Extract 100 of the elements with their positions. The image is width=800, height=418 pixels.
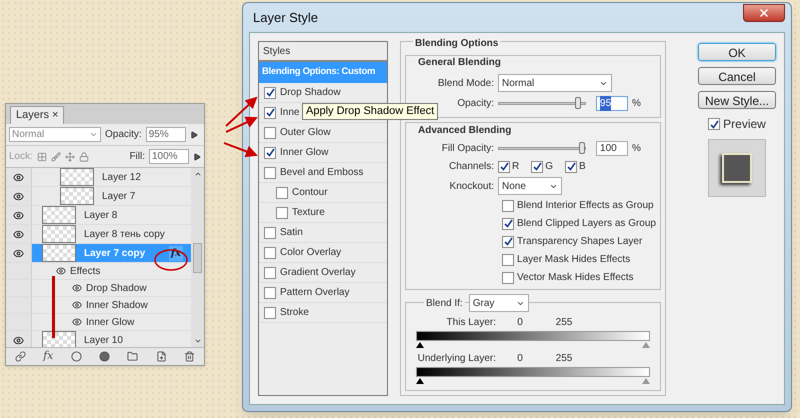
- channel-label: R: [512, 160, 520, 174]
- layer-thumbnail: [42, 331, 76, 347]
- checkbox[interactable]: [264, 286, 276, 298]
- slider-thumb[interactable]: [574, 97, 581, 109]
- fill-opacity-label: Fill Opacity:: [440, 142, 494, 156]
- eye-icon[interactable]: [56, 266, 66, 276]
- checkbox[interactable]: [498, 160, 510, 172]
- eye-icon[interactable]: [72, 283, 82, 293]
- checkbox[interactable]: [531, 160, 544, 172]
- style-item[interactable]: Bevel and Emboss: [259, 163, 388, 183]
- blend-mode-dropdown[interactable]: Normal: [9, 127, 101, 142]
- link-icon[interactable]: [14, 351, 26, 362]
- scroll-up-icon[interactable]: [194, 170, 202, 178]
- layer-row[interactable]: Layer 12: [32, 168, 191, 186]
- eye-icon[interactable]: [13, 228, 24, 240]
- option-label: Vector Mask Hides Effects: [517, 271, 634, 285]
- lock-label: Lock:: [9, 150, 33, 164]
- checkbox[interactable]: [502, 272, 514, 284]
- style-item[interactable]: Inner Glow: [259, 143, 388, 163]
- close-button[interactable]: [743, 4, 785, 22]
- layer-row[interactable]: Layer 10: [32, 331, 191, 347]
- knockout-label: Knockout:: [448, 180, 494, 194]
- checkbox[interactable]: [708, 118, 720, 130]
- checkbox[interactable]: [502, 200, 514, 212]
- arrow-icon: [190, 130, 198, 138]
- style-item[interactable]: Stroke: [259, 303, 388, 323]
- knockout-dropdown[interactable]: None: [498, 177, 562, 195]
- eye-icon[interactable]: [13, 334, 24, 346]
- folder-icon[interactable]: [127, 351, 138, 362]
- highlight-line: [52, 276, 55, 338]
- layer-row[interactable]: Layer 8: [32, 206, 191, 224]
- layers-tab[interactable]: Layers ×: [10, 106, 64, 124]
- brush-icon[interactable]: [50, 152, 61, 162]
- checkbox[interactable]: [502, 236, 514, 248]
- eye-icon[interactable]: [13, 172, 24, 182]
- channel-label: B: [579, 160, 586, 174]
- scroll-down-icon[interactable]: [194, 337, 202, 345]
- eye-icon[interactable]: [13, 210, 24, 220]
- style-item[interactable]: Satin: [259, 223, 388, 243]
- window-title: Layer Style: [252, 8, 318, 27]
- dialog-button[interactable]: New Style...: [698, 91, 776, 109]
- unit-label: %: [632, 97, 641, 111]
- preview-swatch: [708, 139, 766, 197]
- fx-button[interactable]: fx: [43, 348, 54, 365]
- lock-icon[interactable]: [78, 152, 89, 162]
- scroll-thumb[interactable]: [193, 242, 202, 272]
- style-item[interactable]: Color Overlay: [259, 243, 388, 263]
- opacity-field[interactable]: 95: [596, 96, 628, 111]
- checkbox[interactable]: [264, 246, 276, 258]
- fill-opacity-field[interactable]: 100: [596, 141, 628, 156]
- range-label: This Layer:: [446, 316, 496, 330]
- scrollbar[interactable]: [191, 168, 204, 347]
- eye-icon[interactable]: [72, 300, 82, 310]
- checkbox[interactable]: [502, 254, 514, 266]
- blend-if-dropdown[interactable]: Gray: [468, 294, 529, 312]
- style-item[interactable]: Gradient Overlay: [259, 263, 388, 283]
- dialog-button[interactable]: Cancel: [698, 67, 776, 85]
- checkbox[interactable]: [502, 218, 514, 230]
- checkbox[interactable]: [264, 166, 276, 178]
- slider-thumb[interactable]: [579, 142, 586, 154]
- shadow-slider-handle[interactable]: [416, 342, 424, 348]
- checkbox[interactable]: [264, 146, 276, 158]
- checkbox[interactable]: [276, 186, 288, 198]
- layer-row[interactable]: Layer 8 тень copy: [32, 225, 191, 243]
- close-icon: [758, 6, 770, 18]
- mask-icon[interactable]: [70, 351, 82, 362]
- checkbox[interactable]: [264, 106, 276, 118]
- adjustment-icon[interactable]: [99, 351, 110, 362]
- layer-row[interactable]: Layer 7: [32, 187, 191, 205]
- eye-icon[interactable]: [13, 248, 24, 258]
- tab-close[interactable]: ×: [52, 107, 58, 124]
- eye-icon[interactable]: [13, 190, 24, 202]
- checkbox[interactable]: [264, 226, 276, 238]
- layer-thumbnail: [42, 244, 76, 262]
- range-low: 0: [516, 316, 524, 330]
- checkbox[interactable]: [264, 126, 276, 138]
- checkbox[interactable]: [264, 266, 276, 278]
- style-item[interactable]: Pattern Overlay: [259, 283, 388, 303]
- new-layer-icon[interactable]: [156, 351, 167, 362]
- fill-label: Fill:: [129, 150, 145, 164]
- checkbox[interactable]: [264, 306, 276, 318]
- dialog-button[interactable]: OK: [698, 43, 776, 61]
- move-icon[interactable]: [64, 152, 75, 162]
- style-item[interactable]: Contour: [259, 183, 388, 203]
- style-item[interactable]: Texture: [259, 203, 388, 223]
- highlight-slider-handle[interactable]: [642, 378, 650, 384]
- style-item[interactable]: Outer Glow: [259, 123, 388, 143]
- checkbox[interactable]: [565, 160, 578, 172]
- layer-thumbnail: [60, 187, 94, 205]
- lock-transparency-icon[interactable]: [36, 152, 47, 162]
- highlight-slider-handle[interactable]: [642, 342, 650, 348]
- eye-icon[interactable]: [72, 317, 82, 327]
- effects-label[interactable]: Effects: [70, 264, 100, 278]
- trash-icon[interactable]: [184, 351, 196, 362]
- checkbox[interactable]: [276, 206, 288, 218]
- checkbox[interactable]: [264, 86, 276, 98]
- blend-mode-dropdown[interactable]: Normal: [498, 74, 612, 92]
- opacity-field[interactable]: 95%: [146, 127, 186, 142]
- shadow-slider-handle[interactable]: [416, 378, 424, 384]
- fill-field[interactable]: 100%: [149, 149, 189, 164]
